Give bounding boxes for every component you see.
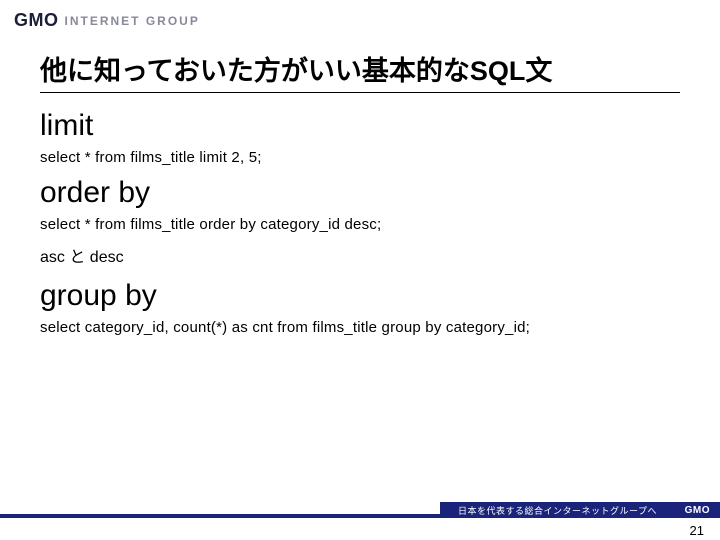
footer-tagline: 日本を代表する総合インターネットグループへ <box>458 504 657 517</box>
footer-tagline-bar: 日本を代表する総合インターネットグループへ GMO <box>440 502 720 518</box>
slide-content: 他に知っておいた方がいい基本的なSQL文 limit select * from… <box>0 31 720 336</box>
brand-logo: GMO INTERNET GROUP <box>14 10 720 31</box>
slide-footer: 日本を代表する総合インターネットグループへ GMO 21 <box>0 502 720 540</box>
slide-header: GMO INTERNET GROUP <box>0 0 720 31</box>
logo-main: GMO <box>14 10 59 31</box>
section-code-limit: select * from films_title limit 2, 5; <box>40 149 680 166</box>
footer-logo: GMO <box>685 505 710 516</box>
section-code-groupby: select category_id, count(*) as cnt from… <box>40 319 680 336</box>
slide-title: 他に知っておいた方がいい基本的なSQL文 <box>40 49 680 93</box>
section-note-orderby: asc と desc <box>40 243 680 267</box>
section-heading-orderby: order by <box>40 176 680 210</box>
section-heading-limit: limit <box>40 109 680 143</box>
logo-subtext: INTERNET GROUP <box>65 14 200 28</box>
section-code-orderby: select * from films_title order by categ… <box>40 216 680 233</box>
page-number: 21 <box>690 523 704 538</box>
section-heading-groupby: group by <box>40 279 680 313</box>
